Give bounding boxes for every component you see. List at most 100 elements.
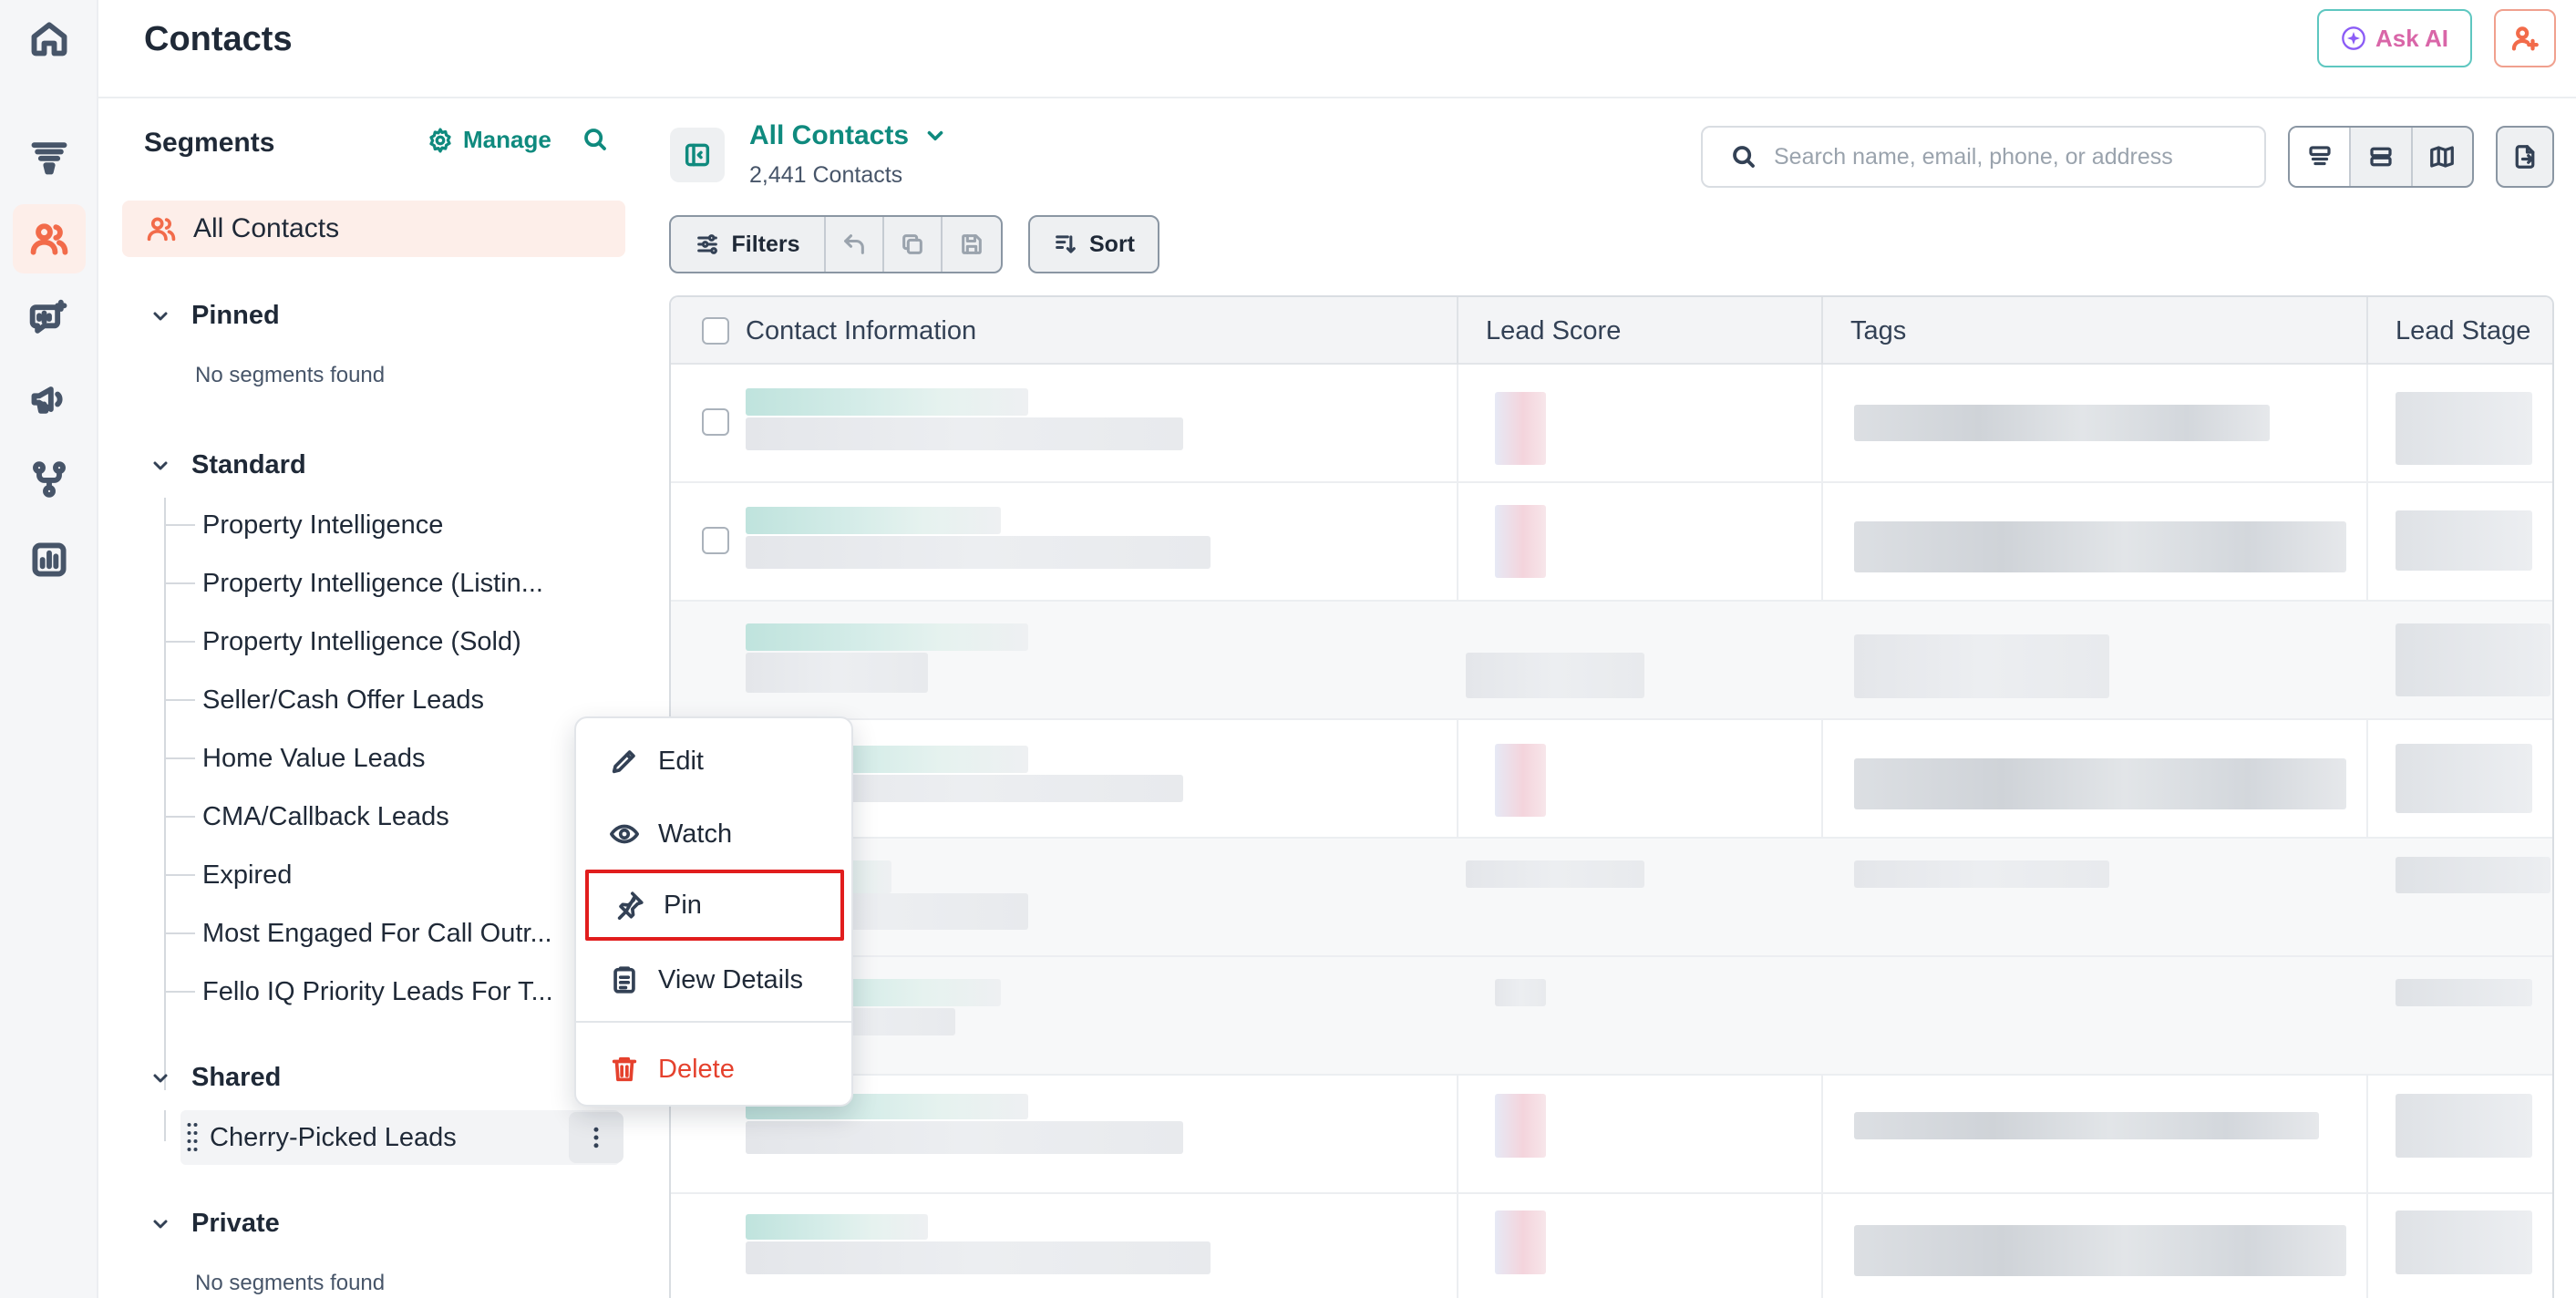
segment-all-contacts[interactable]: All Contacts	[122, 201, 625, 257]
undo-button[interactable]	[826, 217, 884, 272]
menu-item-edit[interactable]: Edit	[583, 726, 846, 797]
row-checkbox[interactable]	[702, 527, 729, 554]
table-row[interactable]	[671, 839, 2552, 957]
menu-item-view-details[interactable]: View Details	[583, 944, 846, 1015]
table-row[interactable]	[671, 483, 2552, 602]
pinned-group-toggle[interactable]: Pinned	[149, 301, 280, 331]
segment-item-label: Expired	[202, 860, 293, 890]
segment-item[interactable]: Expired	[164, 848, 620, 902]
pencil-icon	[612, 750, 635, 774]
sort-icon	[1056, 235, 1076, 253]
segment-item-cherry-picked[interactable]: Cherry-Picked Leads	[180, 1110, 620, 1165]
segment-item[interactable]: Home Value Leads	[164, 731, 620, 786]
add-contact-button[interactable]	[2494, 9, 2556, 67]
table-row[interactable]	[671, 602, 2552, 720]
column-header[interactable]: Lead Stage	[2396, 297, 2530, 365]
export-button[interactable]	[2496, 126, 2554, 188]
segment-item[interactable]: Property Intelligence	[164, 498, 620, 552]
segment-item-label: Property Intelligence	[202, 510, 444, 540]
column-header[interactable]: Contact Information	[746, 297, 976, 365]
segment-item-label: Property Intelligence (Listin...	[202, 568, 543, 598]
file-export-icon	[2515, 145, 2535, 169]
tree-line	[164, 1110, 166, 1141]
segment-item-label: CMA/Callback Leads	[202, 801, 449, 831]
pipeline-nav-button[interactable]	[13, 122, 86, 191]
sort-button[interactable]: Sort	[1028, 215, 1159, 273]
contact-details	[746, 1241, 1211, 1274]
menu-item-label: Watch	[658, 819, 733, 849]
private-group-toggle[interactable]: Private	[149, 1209, 280, 1239]
view-mode-map[interactable]	[2413, 128, 2472, 186]
contacts-nav-button[interactable]	[13, 204, 86, 273]
contact-details	[746, 417, 1183, 450]
view-mode-table[interactable]	[2290, 128, 2352, 186]
segment-search-button[interactable]	[582, 126, 613, 157]
table-toolbar: Filters	[669, 215, 1003, 273]
table-row[interactable]	[671, 1194, 2552, 1298]
ask-ai-label: Ask AI	[2375, 24, 2448, 52]
clipboard-icon	[613, 966, 635, 994]
column-header[interactable]: Lead Score	[1486, 297, 1621, 365]
standard-group-toggle[interactable]: Standard	[149, 450, 306, 480]
workflows-nav-button[interactable]	[13, 445, 86, 514]
search-input[interactable]	[1774, 143, 2248, 170]
table-row[interactable]	[671, 365, 2552, 483]
view-mode-list[interactable]	[2351, 128, 2413, 186]
row-checkbox[interactable]	[702, 408, 729, 436]
contact-details	[746, 536, 1211, 569]
menu-item-pin[interactable]: Pin	[585, 870, 844, 941]
table-header: Contact Information Lead Score Tags Lead…	[671, 297, 2552, 365]
view-title: All Contacts	[749, 120, 910, 150]
contacts-icon	[30, 223, 68, 255]
contact-search	[1701, 126, 2266, 188]
lead-score-value	[1466, 653, 1644, 698]
menu-item-watch[interactable]: Watch	[583, 798, 846, 870]
table-row[interactable]	[671, 957, 2552, 1076]
segment-item-label: Cherry-Picked Leads	[210, 1122, 457, 1152]
undo-icon	[844, 234, 864, 254]
segment-item[interactable]: CMA/Callback Leads	[164, 789, 620, 844]
select-all-checkbox[interactable]	[702, 317, 729, 345]
view-selector[interactable]: All Contacts	[749, 120, 947, 151]
chevron-down-icon	[153, 461, 168, 469]
menu-item-label: Pin	[664, 890, 702, 920]
manage-segments-button[interactable]: Manage	[427, 126, 551, 154]
column-header[interactable]: Tags	[1850, 297, 1906, 365]
trash-icon	[612, 1056, 637, 1082]
contact-name	[746, 1214, 928, 1240]
ask-ai-button[interactable]: Ask AI	[2317, 9, 2472, 67]
pinned-empty-message: No segments found	[195, 363, 386, 387]
contacts-table: Contact Information Lead Score Tags Lead…	[669, 295, 2554, 1298]
contact-name	[746, 623, 1028, 651]
sidebar-collapse-icon	[685, 143, 710, 167]
campaigns-nav-button[interactable]	[13, 365, 86, 434]
lead-score-value	[1466, 860, 1644, 888]
standard-label: Standard	[191, 450, 306, 479]
collapse-sidebar-button[interactable]	[670, 128, 725, 182]
segment-item[interactable]: Property Intelligence (Sold)	[164, 614, 620, 669]
shared-group-toggle[interactable]: Shared	[149, 1063, 281, 1093]
chevron-down-icon	[153, 312, 168, 320]
segment-more-button[interactable]	[569, 1112, 623, 1163]
sliders-icon	[697, 234, 718, 254]
lead-score-value	[1495, 744, 1546, 817]
duplicate-button[interactable]	[884, 217, 943, 272]
segment-item[interactable]: Most Engaged For Call Outr...	[164, 906, 620, 961]
table-row[interactable]	[671, 1076, 2552, 1194]
menu-item-label: Edit	[658, 746, 704, 776]
filters-button[interactable]: Filters	[671, 217, 826, 272]
copy-icon	[902, 234, 922, 254]
lead-score-value	[1495, 979, 1546, 1006]
home-nav-button[interactable]	[13, 4, 86, 73]
reports-nav-button[interactable]	[13, 525, 86, 594]
segment-item[interactable]: Property Intelligence (Listin...	[164, 556, 620, 611]
segment-item-label: Home Value Leads	[202, 743, 426, 773]
menu-item-delete[interactable]: Delete	[583, 1034, 846, 1105]
drag-handle-icon[interactable]	[186, 1121, 199, 1154]
save-button[interactable]	[943, 217, 1001, 272]
table-row[interactable]	[671, 720, 2552, 839]
view-mode-switch	[2288, 126, 2474, 188]
segment-item[interactable]: Seller/Cash Offer Leads	[164, 673, 620, 727]
segment-item[interactable]: Fello IQ Priority Leads For T...	[164, 964, 620, 1019]
conversations-nav-button[interactable]	[13, 284, 86, 354]
